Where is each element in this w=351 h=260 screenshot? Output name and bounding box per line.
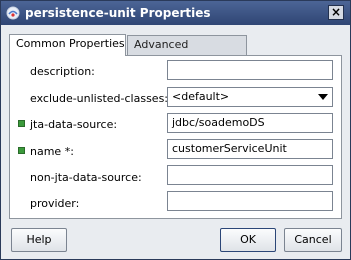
non-jta-data-source-field[interactable] [167,165,333,185]
chevron-down-icon[interactable] [318,94,328,100]
dialog-window: persistence-unit Properties × Common Pro… [0,0,351,260]
jta-data-source-field[interactable]: jdbc/soademoDS [167,113,333,133]
property-set-icon [18,147,25,154]
description-field[interactable] [167,60,333,80]
description-label: description: [30,65,95,78]
select-value: <default> [172,90,230,103]
non-jta-data-source-label: non-jta-data-source: [30,171,142,184]
help-button[interactable]: Help [11,228,67,252]
tab-common-properties[interactable]: Common Properties [9,34,126,56]
cancel-button[interactable]: Cancel [284,228,342,252]
tab-label: Common Properties [16,37,125,50]
tab-advanced-properties[interactable]: Advanced Properties [127,35,247,69]
dialog-title: persistence-unit Properties [25,6,211,20]
provider-field[interactable] [167,191,333,211]
jta-data-source-label: jta-data-source: [30,118,118,131]
close-icon: × [330,5,342,19]
app-icon [6,6,20,20]
property-set-icon [18,120,25,127]
title-bar[interactable]: persistence-unit Properties × [1,1,350,25]
close-button[interactable]: × [328,5,344,20]
ok-button[interactable]: OK [220,228,276,252]
name-field[interactable]: customerServiceUnit [167,139,333,159]
name-label: name *: [30,145,74,158]
exclude-unlisted-classes-label: exclude-unlisted-classes: [30,92,169,105]
provider-label: provider: [30,197,80,210]
exclude-unlisted-classes-select[interactable]: <default> [167,87,333,107]
